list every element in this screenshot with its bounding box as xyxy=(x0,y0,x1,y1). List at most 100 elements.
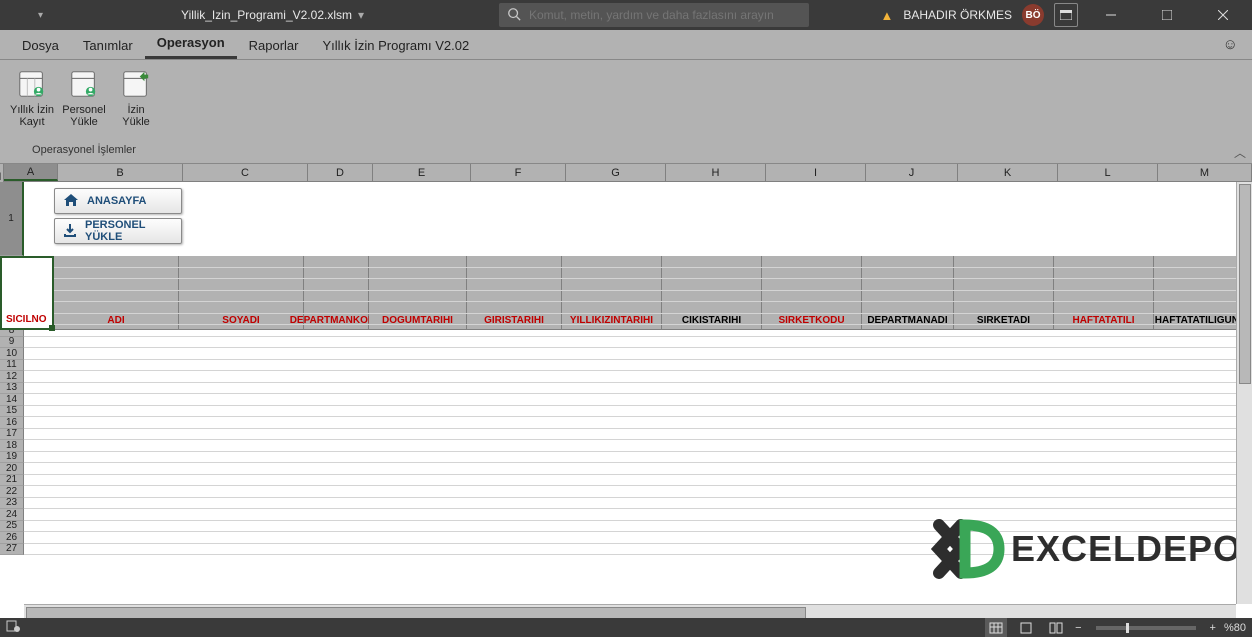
cell-range-row-11[interactable] xyxy=(24,360,1252,372)
anasayfa-macro-button[interactable]: ANASAYFA xyxy=(54,188,182,214)
close-button[interactable] xyxy=(1200,0,1246,30)
row-number-16[interactable]: 16 xyxy=(0,417,24,429)
ribbon-collapse-icon[interactable]: ︿ xyxy=(1234,144,1246,161)
column-header-B[interactable]: B xyxy=(58,164,183,181)
tab-operasyon[interactable]: Operasyon xyxy=(145,29,237,59)
row-number-21[interactable]: 21 xyxy=(0,475,24,487)
minimize-button[interactable] xyxy=(1088,0,1134,30)
row-number-10[interactable]: 10 xyxy=(0,348,24,360)
user-avatar[interactable]: BÖ xyxy=(1022,4,1044,26)
row-number-20[interactable]: 20 xyxy=(0,463,24,475)
cell-range-row-21[interactable] xyxy=(24,475,1252,487)
column-header-C[interactable]: C xyxy=(183,164,308,181)
row-number-26[interactable]: 26 xyxy=(0,532,24,544)
row-number-23[interactable]: 23 xyxy=(0,498,24,510)
cell-range-row-2[interactable] xyxy=(24,256,1252,268)
horizontal-scroll-thumb[interactable] xyxy=(26,607,806,619)
row-number-12[interactable]: 12 xyxy=(0,371,24,383)
cell-range-row-14[interactable] xyxy=(24,394,1252,406)
cell-range-row-23[interactable] xyxy=(24,498,1252,510)
column-header-L[interactable]: L xyxy=(1058,164,1158,181)
column-header-M[interactable]: M xyxy=(1158,164,1252,181)
column-header-I[interactable]: I xyxy=(766,164,866,181)
cell-range-row-18[interactable] xyxy=(24,440,1252,452)
worksheet-grid[interactable]: 1 SICILNOADISOYADIDEPARTMANKODUDOGUMTARI… xyxy=(0,182,1252,614)
yillik-izin-kayit-button[interactable]: Yıllık İzin Kayıt xyxy=(6,64,58,142)
search-input[interactable] xyxy=(529,8,801,22)
row-number-24[interactable]: 24 xyxy=(0,509,24,521)
vertical-scroll-thumb[interactable] xyxy=(1239,184,1251,384)
zoom-slider-thumb[interactable] xyxy=(1126,623,1129,633)
column-header-H[interactable]: H xyxy=(666,164,766,181)
filename-dropdown-icon[interactable]: ▾ xyxy=(358,8,364,22)
column-header-D[interactable]: D xyxy=(308,164,373,181)
cell-range-row-12[interactable] xyxy=(24,371,1252,383)
search-box[interactable] xyxy=(499,3,809,27)
row-number-17[interactable]: 17 xyxy=(0,429,24,441)
cell-range-row-13[interactable] xyxy=(24,383,1252,395)
column-header-E[interactable]: E xyxy=(373,164,471,181)
column-header-A[interactable]: A xyxy=(4,164,58,181)
zoom-percent[interactable]: %80 xyxy=(1224,622,1246,634)
row-number-19[interactable]: 19 xyxy=(0,452,24,464)
row-number-11[interactable]: 11 xyxy=(0,360,24,372)
cell-range-row-10[interactable] xyxy=(24,348,1252,360)
cell-range-row-5[interactable] xyxy=(24,291,1252,303)
row-number-1[interactable]: 1 xyxy=(0,182,24,256)
row-number-13[interactable]: 13 xyxy=(0,383,24,395)
feedback-smiley-icon[interactable]: ☺ xyxy=(1223,36,1238,53)
zoom-out-button[interactable]: − xyxy=(1075,622,1081,634)
warning-icon[interactable]: ▲ xyxy=(880,8,893,23)
vertical-scrollbar[interactable] xyxy=(1236,182,1252,604)
page-layout-view-button[interactable] xyxy=(1015,618,1037,637)
cell-range-row-7[interactable] xyxy=(24,314,1252,326)
user-name[interactable]: BAHADIR ÖRKMES xyxy=(903,8,1012,22)
column-header-J[interactable]: J xyxy=(866,164,958,181)
column-header-G[interactable]: G xyxy=(566,164,666,181)
row-number-27[interactable]: 27 xyxy=(0,544,24,556)
filename-area[interactable]: Yillik_Izin_Programi_V2.02.xlsm ▾ xyxy=(181,8,364,22)
cell-range-row-6[interactable] xyxy=(24,302,1252,314)
row-number-9[interactable]: 9 xyxy=(0,337,24,349)
cell-range-row-8[interactable] xyxy=(24,325,1252,337)
row-number-18[interactable]: 18 xyxy=(0,440,24,452)
personel-yukle-label: PERSONEL YÜKLE xyxy=(85,219,181,243)
zoom-slider[interactable] xyxy=(1096,626,1196,630)
btn-line2: Yükle xyxy=(122,116,150,128)
qat-dropdown-icon[interactable]: ▾ xyxy=(30,10,51,21)
row-number-25[interactable]: 25 xyxy=(0,521,24,533)
ribbon-display-options-icon[interactable] xyxy=(1054,3,1078,27)
page-break-view-button[interactable] xyxy=(1045,618,1067,637)
maximize-button[interactable] xyxy=(1144,0,1190,30)
cell-range-row-9[interactable] xyxy=(24,337,1252,349)
exceldepo-text: EXCELDEPO xyxy=(1011,528,1242,570)
cell-range-row-20[interactable] xyxy=(24,463,1252,475)
cell-range-row-15[interactable] xyxy=(24,406,1252,418)
row-number-15[interactable]: 15 xyxy=(0,406,24,418)
tab-raporlar[interactable]: Raporlar xyxy=(237,32,311,59)
tab-tanimlar[interactable]: Tanımlar xyxy=(71,32,145,59)
tab-yillik-izin-programi[interactable]: Yıllık İzin Programı V2.02 xyxy=(311,32,482,59)
select-all-triangle[interactable] xyxy=(0,164,4,182)
cell-range-row-4[interactable] xyxy=(24,279,1252,291)
row-number-22[interactable]: 22 xyxy=(0,486,24,498)
grid-row-13: 13 xyxy=(0,383,1252,395)
cell-range-row-19[interactable] xyxy=(24,452,1252,464)
izin-yukle-button[interactable]: İzin Yükle xyxy=(110,64,162,142)
cell-A1[interactable]: SICILNO xyxy=(0,256,54,330)
cell-range-row-16[interactable] xyxy=(24,417,1252,429)
personel-yukle-macro-button[interactable]: PERSONEL YÜKLE xyxy=(54,218,182,244)
title-bar: ▾ Yillik_Izin_Programi_V2.02.xlsm ▾ ▲ BA… xyxy=(0,0,1252,30)
column-header-F[interactable]: F xyxy=(471,164,566,181)
column-header-K[interactable]: K xyxy=(958,164,1058,181)
personel-yukle-button[interactable]: Personel Yükle xyxy=(58,64,110,142)
tab-dosya[interactable]: Dosya xyxy=(10,32,71,59)
zoom-in-button[interactable]: + xyxy=(1210,622,1216,634)
cell-range-row-22[interactable] xyxy=(24,486,1252,498)
normal-view-button[interactable] xyxy=(985,618,1007,637)
grid-row-2: 2 xyxy=(0,256,1252,268)
cell-range-row-17[interactable] xyxy=(24,429,1252,441)
macro-record-icon[interactable] xyxy=(6,620,20,635)
row-number-14[interactable]: 14 xyxy=(0,394,24,406)
cell-range-row-3[interactable] xyxy=(24,268,1252,280)
